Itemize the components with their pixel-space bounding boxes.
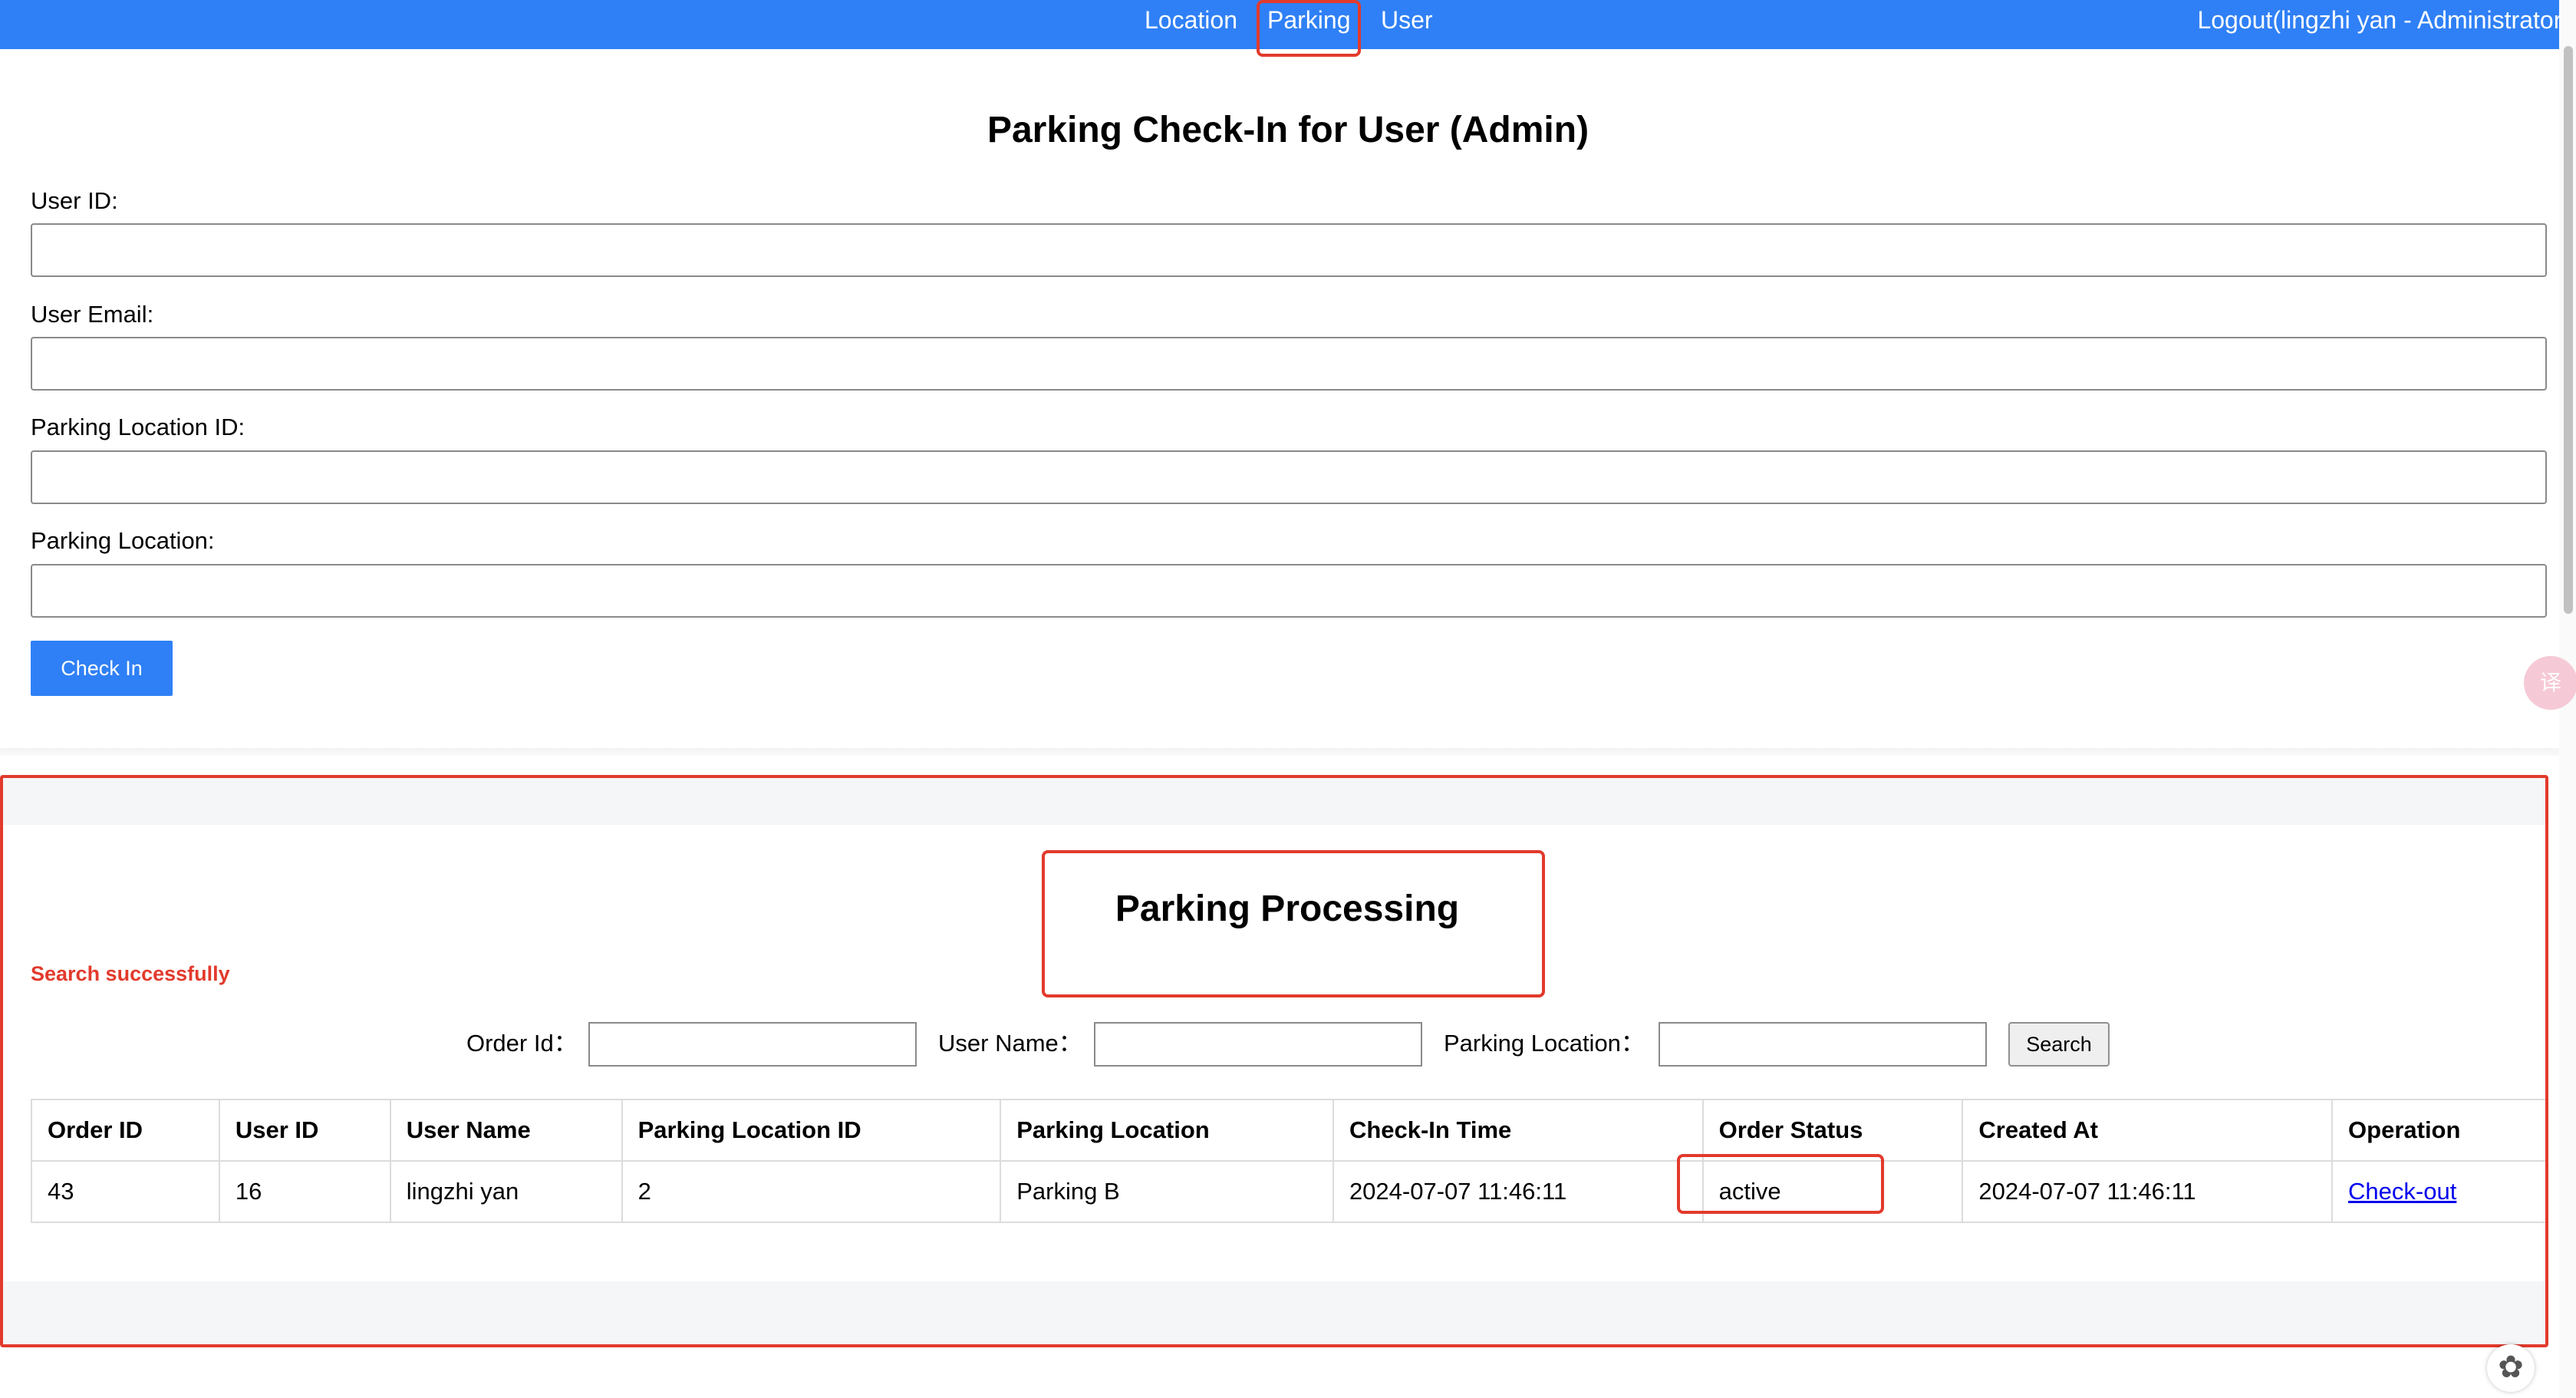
translate-icon[interactable]: 译 bbox=[2524, 656, 2576, 710]
highlight-box-parking-nav bbox=[1257, 0, 1361, 57]
user-id-label: User ID: bbox=[31, 187, 118, 214]
user-email-input[interactable] bbox=[31, 337, 2547, 391]
checkin-title: Parking Check-In for User (Admin) bbox=[987, 110, 1589, 150]
section-divider bbox=[0, 748, 2562, 756]
nav-user[interactable]: User bbox=[1381, 6, 1433, 34]
scrollbar-thumb[interactable] bbox=[2564, 46, 2573, 614]
assistant-icon[interactable]: ✿ bbox=[2487, 1344, 2535, 1392]
parking-location-input[interactable] bbox=[31, 564, 2547, 618]
check-in-button[interactable]: Check In bbox=[31, 641, 173, 696]
user-id-input[interactable] bbox=[31, 223, 2547, 277]
nav-location[interactable]: Location bbox=[1145, 6, 1237, 34]
parking-location-label: Parking Location: bbox=[31, 527, 215, 554]
parking-location-id-input[interactable] bbox=[31, 450, 2547, 504]
highlight-box-order-status bbox=[1677, 1154, 1884, 1214]
user-email-label: User Email: bbox=[31, 301, 154, 328]
highlight-box-processing-title bbox=[1042, 850, 1545, 997]
logout-link[interactable]: Logout(lingzhi yan - Administrator) bbox=[2197, 6, 2570, 34]
parking-location-id-label: Parking Location ID: bbox=[31, 414, 245, 440]
